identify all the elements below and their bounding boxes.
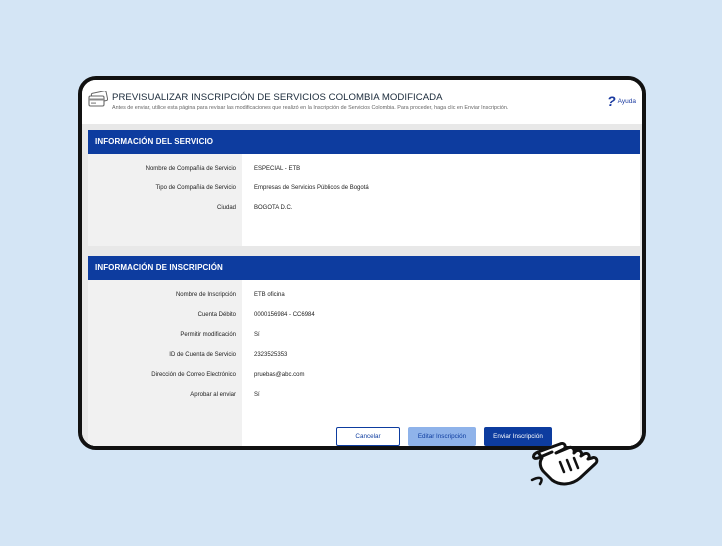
detail-row-enrollment-name: Nombre de Inscripción ETB oficina <box>88 292 640 304</box>
detail-row-service-account-id: ID de Cuenta de Servicio 2323525353 <box>88 352 640 364</box>
row-value: 0000156984 - CC6984 <box>254 312 315 318</box>
detail-row-debit-account: Cuenta Débito 0000156984 - CC6984 <box>88 312 640 324</box>
row-value: Sí <box>254 332 260 338</box>
service-info-title: INFORMACIÓN DEL SERVICIO <box>88 130 640 154</box>
row-value: Empresas de Servicios Públicos de Bogotá <box>254 185 369 191</box>
question-mark-icon: ? <box>607 93 616 109</box>
detail-row-allow-modification: Permitir modificación Sí <box>88 332 640 344</box>
service-info-panel: INFORMACIÓN DEL SERVICIO Nombre de Compa… <box>88 130 640 246</box>
row-value: 2323525353 <box>254 352 288 358</box>
detail-row-email: Dirección de Correo Electrónico pruebas@… <box>88 372 640 384</box>
detail-row-company-name: Nombre de Compañía de Servicio ESPECIAL … <box>88 166 640 178</box>
edit-enrollment-button[interactable]: Editar Inscripción <box>408 427 476 446</box>
credit-card-icon <box>88 91 108 107</box>
enrollment-info-panel: INFORMACIÓN DE INSCRIPCIÓN Nombre de Ins… <box>88 256 640 446</box>
detail-row-company-type: Tipo de Compañía de Servicio Empresas de… <box>88 185 640 197</box>
row-label: Ciudad <box>216 205 236 211</box>
detail-row-city: Ciudad BOGOTA D.C. <box>88 205 640 217</box>
content-area: INFORMACIÓN DEL SERVICIO Nombre de Compa… <box>82 124 642 446</box>
device-frame: PREVISUALIZAR INSCRIPCIÓN DE SERVICIOS C… <box>78 76 646 450</box>
row-label: ID de Cuenta de Servicio <box>169 352 236 358</box>
action-buttons: Cancelar Editar Inscripción Enviar Inscr… <box>336 427 552 446</box>
row-value: pruebas@abc.com <box>254 372 305 378</box>
row-label: Cuenta Débito <box>197 312 236 318</box>
detail-row-approve-on-send: Aprobar al enviar Sí <box>88 392 640 404</box>
row-value: ETB oficina <box>254 292 285 298</box>
label-column <box>88 280 242 446</box>
row-label: Nombre de Compañía de Servicio <box>145 166 236 172</box>
page-title: PREVISUALIZAR INSCRIPCIÓN DE SERVICIOS C… <box>112 92 443 103</box>
row-value: BOGOTA D.C. <box>254 205 293 211</box>
row-label: Nombre de Inscripción <box>175 292 236 298</box>
row-label: Tipo de Compañía de Servicio <box>155 185 237 191</box>
pointing-hand-cursor-icon <box>530 442 599 486</box>
row-value: Sí <box>254 392 260 398</box>
help-label: Ayuda <box>617 97 636 105</box>
row-label: Permitir modificación <box>180 332 236 338</box>
page-description: Antes de enviar, utilice esta página par… <box>112 105 509 111</box>
cancel-button[interactable]: Cancelar <box>336 427 400 446</box>
row-value: ESPECIAL - ETB <box>254 166 301 172</box>
page-header: PREVISUALIZAR INSCRIPCIÓN DE SERVICIOS C… <box>82 80 642 124</box>
row-label: Aprobar al enviar <box>190 392 236 398</box>
enrollment-info-title: INFORMACIÓN DE INSCRIPCIÓN <box>88 256 640 280</box>
help-link[interactable]: ? Ayuda <box>607 94 636 108</box>
row-label: Dirección de Correo Electrónico <box>151 372 236 378</box>
